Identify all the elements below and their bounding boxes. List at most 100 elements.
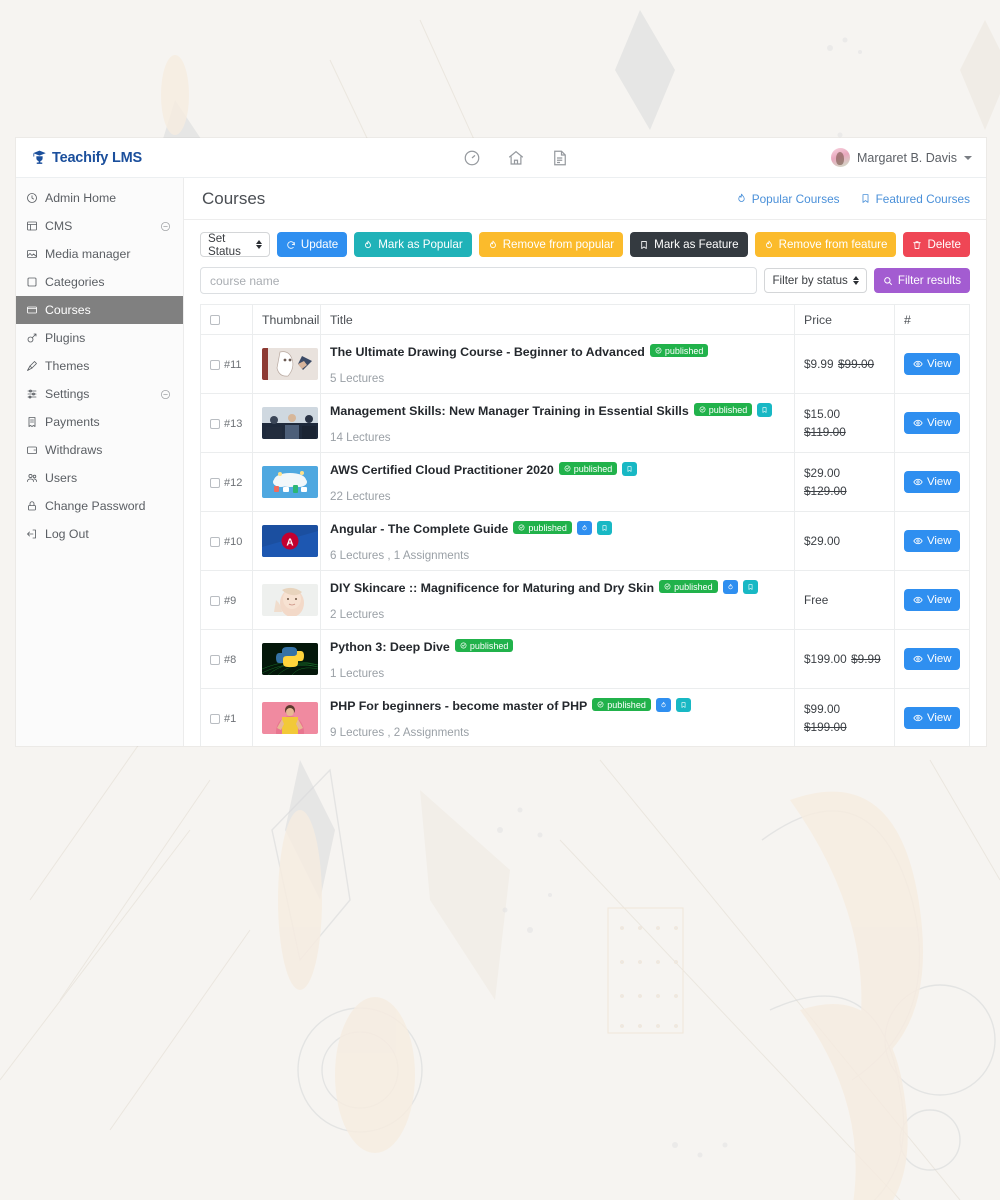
sidebar-item-media-manager[interactable]: Media manager [16,240,183,268]
table-row: #8 Python 3: Deep Dive published 1 Lectur… [200,629,970,689]
course-title: AWS Certified Cloud Practitioner 2020 [330,462,554,477]
sliders-icon [27,389,37,399]
sidebar-item-settings[interactable]: Settings [16,380,183,408]
price: Free [804,593,829,607]
set-status-select[interactable]: Set Status [200,232,270,258]
sidebar-item-log-out[interactable]: Log Out [16,520,183,548]
price-original: $9.99 [851,652,881,666]
row-checkbox[interactable] [210,596,220,607]
row-checkbox[interactable] [210,537,220,548]
remove-from-feature-button[interactable]: Remove from feature [754,232,897,257]
button-label: Remove from popular [502,238,615,251]
filter-results-button[interactable]: Filter results [873,268,970,293]
row-checkbox[interactable] [210,655,220,666]
fire-icon [765,240,772,248]
table-body: #11 The Ultimate Drawing Course - Beginn… [200,334,970,746]
thumbnail-cell [252,452,321,512]
sidebar-item-payments[interactable]: Payments [16,408,183,436]
sidebar-item-change-password[interactable]: Change Password [16,492,183,520]
actions-cell: View [894,452,970,512]
sidebar-item-cms[interactable]: CMS [16,212,183,240]
page-header-links: Popular Courses Featured Courses [736,192,970,206]
table-header-row: Thumbnail Title Price # [200,304,970,335]
status-filter-select[interactable]: Filter by status [764,268,867,293]
header-link-popular-courses[interactable]: Popular Courses [736,192,840,206]
view-button[interactable]: View [904,412,961,434]
sidebar-item-courses[interactable]: Courses [16,296,183,324]
row-checkbox[interactable] [210,478,220,489]
status-badge: published [592,698,651,712]
lecture-count: 1 Lectures [330,667,385,680]
table-row: #12 AWS Certified Cloud Practitioner 202… [200,452,970,512]
home-icon[interactable] [507,149,525,167]
title-cell: PHP For beginners - become master of PHP… [320,688,795,746]
trash-icon [913,240,922,249]
select-all-checkbox[interactable] [210,315,220,326]
price: $199.00 [804,652,847,666]
eye-icon [913,596,923,604]
lecture-count: 5 Lectures [330,372,385,385]
php-thumbnail [262,702,318,734]
bookmark-icon [627,465,632,472]
mark-as-popular-button[interactable]: Mark as Popular [354,232,472,257]
status-badge-label: published [607,699,646,710]
check-circle-icon [597,701,604,708]
update-button[interactable]: Update [276,232,348,257]
sidebar-item-plugins[interactable]: Plugins [16,324,183,352]
sidebar-item-label: Admin Home [45,191,117,205]
view-button[interactable]: View [904,530,961,552]
price-cell: $199.00 $9.99 [794,629,895,689]
sidebar-item-categories[interactable]: Categories [16,268,183,296]
status-badge: published [513,521,572,535]
status-badge: published [558,462,618,476]
view-button[interactable]: View [904,471,961,493]
actions-cell: View [894,334,970,394]
view-button[interactable]: View [904,707,961,729]
user-menu[interactable]: Margaret B. Davis [830,148,972,167]
invoice-icon[interactable] [551,149,569,167]
view-button[interactable]: View [904,353,961,375]
bulk-action-toolbar: Set Status Update Mark as Popular Remove f… [184,220,986,258]
price: $99.00 [804,702,841,716]
courses-table: Thumbnail Title Price # #11 The Ultimate… [200,304,970,746]
row-select-cell: #9 [200,570,253,630]
fire-icon [365,240,372,248]
price-cell: $99.00 $199.00 [794,688,895,746]
row-checkbox[interactable] [210,714,220,725]
sidebar-item-withdraws[interactable]: Withdraws [16,436,183,464]
chevron-down-icon [964,155,972,160]
sidebar-item-users[interactable]: Users [16,464,183,492]
row-checkbox[interactable] [210,360,220,371]
price-original: $199.00 [804,720,847,734]
sidebar-item-label: Plugins [45,331,86,345]
refresh-icon [287,240,295,249]
delete-button[interactable]: Delete [903,232,970,257]
view-button-label: View [927,476,952,488]
featured-badge [675,697,691,712]
lecture-count: 22 Lectures [330,490,391,503]
check-circle-icon [699,406,706,413]
mark-as-feature-button[interactable]: Mark as Feature [630,232,748,257]
view-button[interactable]: View [904,648,961,670]
status-badge-label: published [528,522,567,533]
brand-logo[interactable]: Teachify LMS [32,149,142,166]
layout-icon [27,221,37,231]
sidebar-item-label: Users [45,471,78,485]
thumbnail-cell [252,629,321,689]
sidebar-item-admin-home[interactable]: Admin Home [16,184,183,212]
sidebar: Admin Home CMS Media manager Categories Cour… [16,178,184,746]
button-label: Update [300,238,339,251]
angular-thumbnail: A [262,525,318,557]
featured-badge [757,402,773,417]
header-link-featured-courses[interactable]: Featured Courses [860,192,970,206]
search-input[interactable] [200,267,758,294]
view-button[interactable]: View [904,589,961,611]
status-badge: published [693,403,753,417]
row-checkbox[interactable] [210,419,220,430]
price-original: $99.00 [837,357,875,371]
sidebar-item-themes[interactable]: Themes [16,352,183,380]
remove-from-popular-button[interactable]: Remove from popular [478,232,624,257]
main-content: Courses Popular Courses Featured Courses … [184,178,986,746]
popular-badge [655,697,671,712]
dashboard-icon[interactable] [463,149,481,167]
